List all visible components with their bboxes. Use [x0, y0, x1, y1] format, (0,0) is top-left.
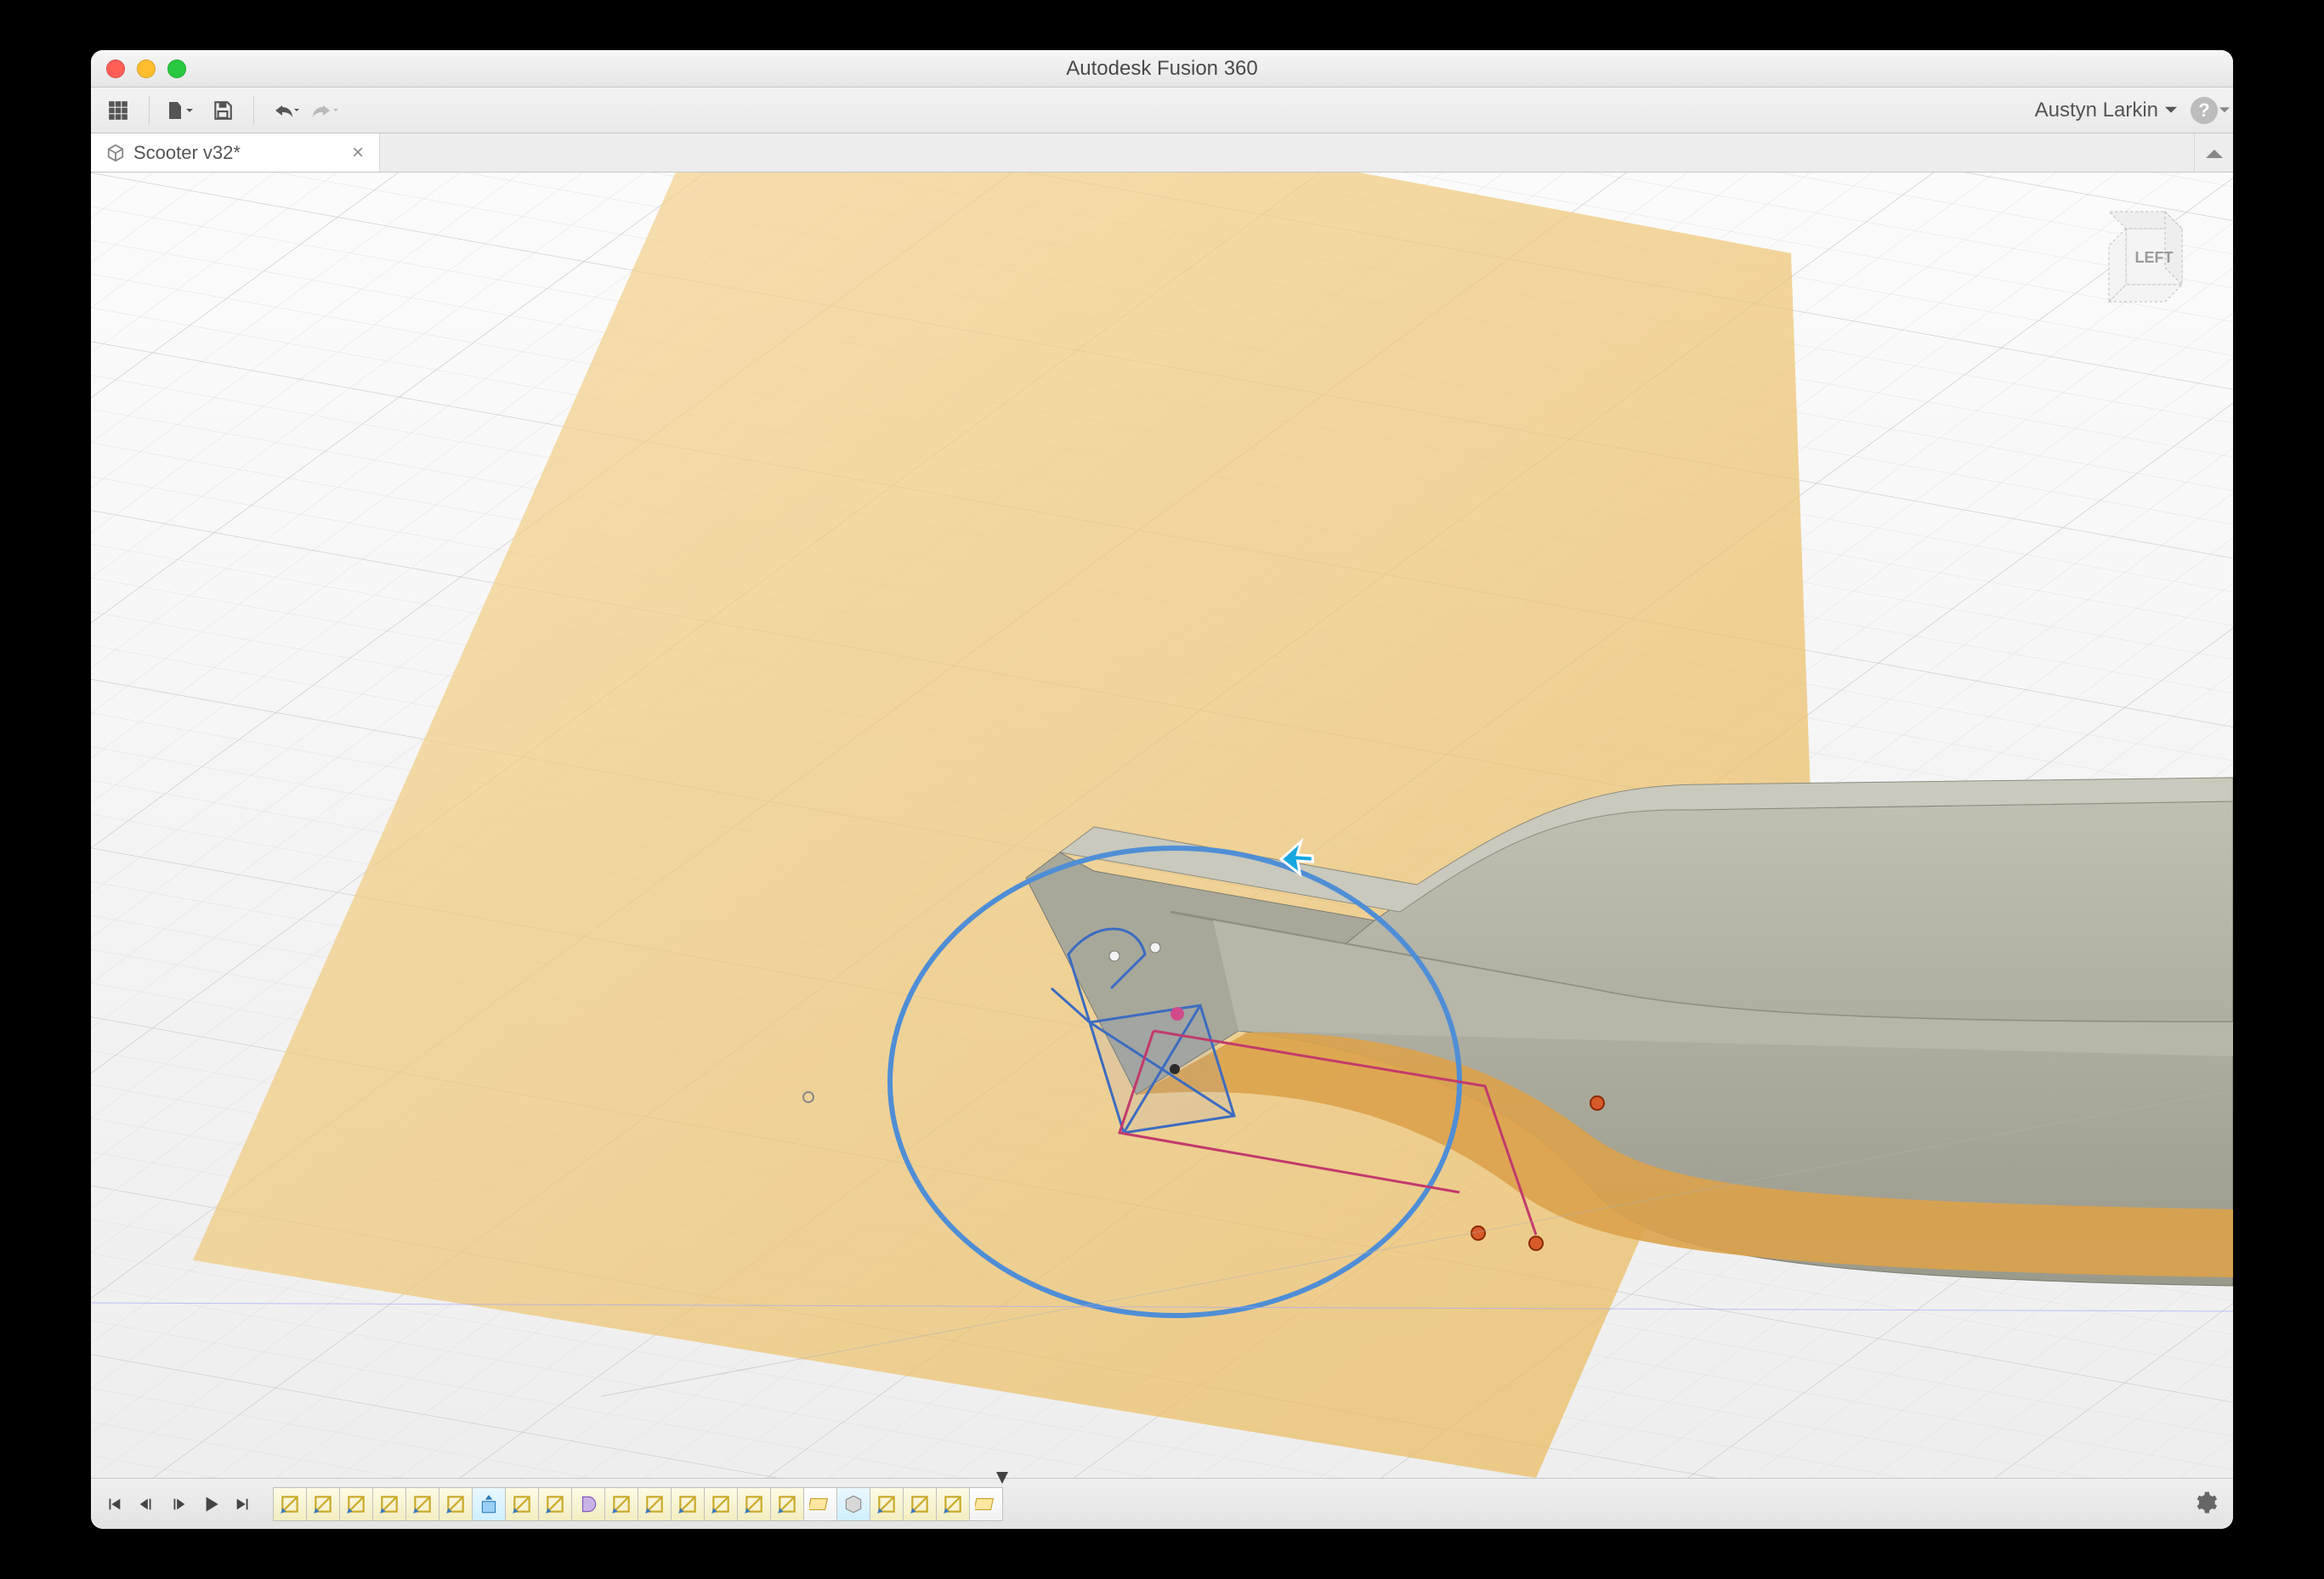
- titlebar: Autodesk Fusion 360: [91, 50, 2233, 88]
- timeline-playhead[interactable]: [996, 1472, 1008, 1484]
- timeline-step[interactable]: [372, 1487, 406, 1521]
- window-title: Autodesk Fusion 360: [91, 57, 2233, 81]
- close-window-button[interactable]: [106, 59, 125, 78]
- scene-canvas: [91, 173, 2233, 1478]
- timeline-step[interactable]: [803, 1487, 837, 1521]
- timeline-step[interactable]: [836, 1487, 870, 1521]
- zoom-window-button[interactable]: [167, 59, 186, 78]
- redo-button[interactable]: [309, 93, 346, 127]
- collapse-ribbon-button[interactable]: [2194, 133, 2233, 172]
- timeline-step[interactable]: [936, 1487, 970, 1521]
- chevron-down-icon: [2219, 105, 2230, 116]
- timeline-steps: [273, 1487, 1002, 1521]
- chevron-down-icon: [2165, 105, 2177, 116]
- main-toolbar: Austyn Larkin ?: [91, 88, 2233, 133]
- step-forward-button[interactable]: [167, 1493, 190, 1515]
- timeline-bar: [91, 1478, 2233, 1529]
- viewcube[interactable]: LEFT: [2097, 207, 2199, 308]
- timeline-step[interactable]: [571, 1487, 605, 1521]
- timeline-step[interactable]: [770, 1487, 804, 1521]
- window-controls: [106, 59, 186, 78]
- tab-label: Scooter v32*: [133, 142, 241, 164]
- timeline-step[interactable]: [472, 1487, 506, 1521]
- separator: [253, 96, 254, 125]
- model-viewport[interactable]: LEFT: [91, 173, 2233, 1478]
- step-back-button[interactable]: [135, 1493, 157, 1515]
- timeline-step[interactable]: [903, 1487, 937, 1521]
- minimize-window-button[interactable]: [137, 59, 156, 78]
- timeline-step[interactable]: [273, 1487, 307, 1521]
- user-menu[interactable]: Austyn Larkin: [2035, 99, 2177, 122]
- data-panel-button[interactable]: [99, 93, 137, 127]
- undo-button[interactable]: [266, 93, 303, 127]
- user-name-label: Austyn Larkin: [2035, 99, 2158, 122]
- document-tab[interactable]: Scooter v32* ×: [91, 133, 380, 172]
- play-button[interactable]: [200, 1493, 222, 1515]
- app-window: Autodesk Fusion 360 Austyn Larkin ?: [91, 50, 2233, 1529]
- save-button[interactable]: [204, 93, 241, 127]
- help-label: ?: [2198, 99, 2209, 122]
- timeline-step[interactable]: [638, 1487, 672, 1521]
- help-button[interactable]: ?: [2191, 97, 2218, 124]
- viewcube-face-label: LEFT: [2135, 249, 2174, 266]
- file-menu-button[interactable]: [162, 93, 199, 127]
- timeline-step[interactable]: [306, 1487, 340, 1521]
- timeline-step[interactable]: [671, 1487, 705, 1521]
- timeline-step[interactable]: [604, 1487, 638, 1521]
- timeline-step[interactable]: [405, 1487, 439, 1521]
- box-icon: [106, 144, 125, 162]
- timeline-step[interactable]: [538, 1487, 572, 1521]
- timeline-step[interactable]: [870, 1487, 904, 1521]
- close-tab-button[interactable]: ×: [352, 141, 364, 165]
- timeline-step[interactable]: [969, 1487, 1003, 1521]
- timeline-step[interactable]: [439, 1487, 473, 1521]
- playback-controls: [103, 1493, 254, 1515]
- separator: [149, 96, 150, 125]
- timeline-step[interactable]: [505, 1487, 539, 1521]
- timeline-settings-button[interactable]: [2192, 1490, 2221, 1519]
- timeline-step[interactable]: [704, 1487, 738, 1521]
- document-tabs: Scooter v32* ×: [91, 133, 2233, 173]
- go-to-end-button[interactable]: [232, 1493, 254, 1515]
- go-to-start-button[interactable]: [103, 1493, 125, 1515]
- timeline-step[interactable]: [339, 1487, 373, 1521]
- timeline-step[interactable]: [737, 1487, 771, 1521]
